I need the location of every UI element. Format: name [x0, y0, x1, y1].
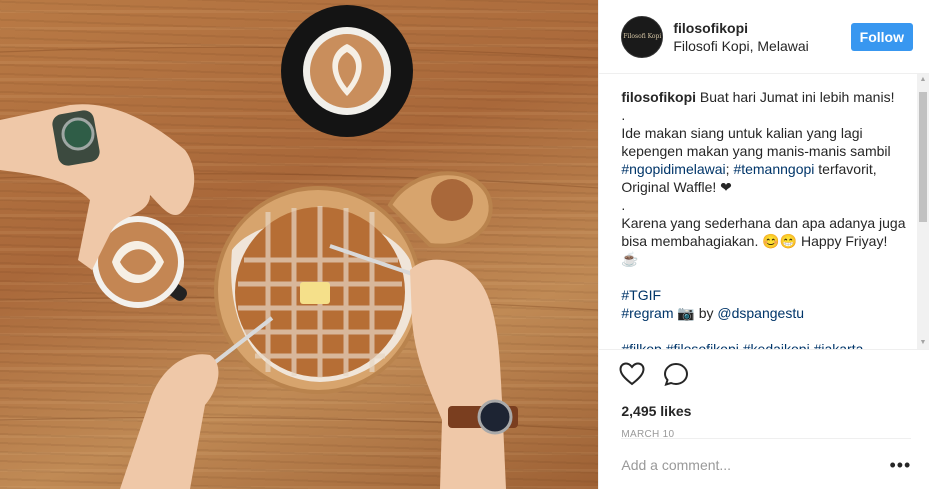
author-info: filosofikopi Filosofi Kopi, Melawai [673, 20, 850, 54]
caption-paragraph-2: Ide makan siang untuk kalian yang lagi k… [621, 125, 891, 195]
caption-username[interactable]: filosofikopi [621, 89, 696, 105]
instagram-post: Filosofi Kopi filosofikopi Filosofi Kopi… [0, 0, 929, 489]
post-photo[interactable] [0, 0, 599, 489]
caption-dot-1: . [621, 107, 626, 123]
post-header: Filosofi Kopi filosofikopi Filosofi Kopi… [599, 0, 929, 74]
caption-paragraph-3: Karena yang sederhana dan apa adanya jug… [621, 215, 906, 267]
more-options-icon[interactable]: ••• [889, 456, 911, 474]
hashtag-regram[interactable]: #regram [621, 305, 673, 321]
hashtag-tgif[interactable]: #TGIF [621, 287, 661, 303]
post-date[interactable]: MARCH 10 [599, 419, 929, 440]
photo-illustration [0, 5, 599, 489]
caption-scroll-area[interactable]: filosofikopi Buat hari Jumat ini lebih m… [599, 74, 929, 349]
hashtag-temanngopi[interactable]: #temanngopi [733, 161, 814, 177]
post-sidebar: Filosofi Kopi filosofikopi Filosofi Kopi… [598, 0, 929, 489]
likes-count[interactable]: 2,495 likes [599, 391, 929, 419]
comment-box: ••• [621, 438, 912, 490]
author-username[interactable]: filosofikopi [673, 20, 850, 36]
right-hand [410, 259, 518, 489]
speech-bubble-icon[interactable] [663, 362, 689, 391]
top-coffee-cup [281, 5, 413, 137]
action-icons [599, 350, 929, 391]
post-actions: 2,495 likes MARCH 10 [599, 349, 929, 440]
regram-credit-text: 📷 by [673, 305, 718, 321]
scroll-thumb[interactable] [919, 92, 927, 222]
hashtag-ngopidimelawai[interactable]: #ngopidimelawai [621, 161, 725, 177]
post-caption: filosofikopi Buat hari Jumat ini lebih m… [599, 74, 929, 349]
caption-spacer-2 [621, 322, 907, 340]
caption-scrollbar[interactable]: ▲ ▼ [917, 74, 929, 349]
comment-input[interactable] [621, 456, 890, 473]
scroll-up-arrow-icon[interactable]: ▲ [917, 74, 929, 86]
hashtag-list[interactable]: #filkop #filosofikopi #kedaikopi #jakart… [621, 340, 907, 349]
mention-dspangestu[interactable]: @dspangestu [717, 305, 804, 321]
profile-avatar[interactable]: Filosofi Kopi [621, 15, 664, 58]
caption-dot-2: . [621, 197, 626, 213]
bottom-hand [120, 354, 219, 489]
caption-line-1: Buat hari Jumat ini lebih manis! [696, 89, 895, 105]
follow-button[interactable]: Follow [850, 22, 913, 51]
heart-outline-icon[interactable] [619, 362, 645, 391]
post-location[interactable]: Filosofi Kopi, Melawai [673, 38, 850, 54]
scroll-down-arrow-icon[interactable]: ▼ [917, 337, 929, 349]
